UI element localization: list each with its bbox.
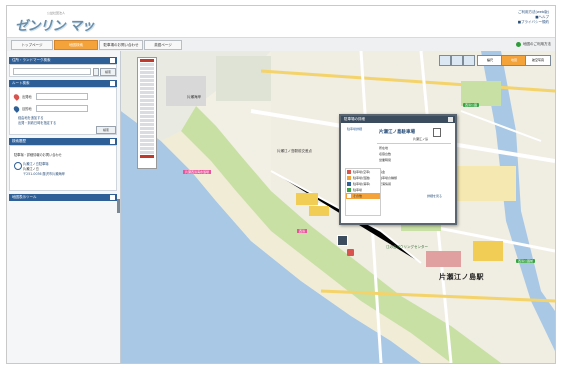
help-icon <box>516 41 521 47</box>
start-input[interactable] <box>36 93 88 100</box>
fullscreen-icon[interactable] <box>463 55 475 66</box>
search-panel-header[interactable]: 住所・ランドマーク検索 <box>9 57 117 64</box>
zoom-slider[interactable] <box>137 57 157 169</box>
map-view[interactable]: 縮尺 地図 航空写真 片瀬海岸 西浜公園 片瀬江ノ島駅前交差点 江の島ボウリング… <box>121 51 555 363</box>
tab-english[interactable]: 英語ページ <box>144 40 182 50</box>
map-label-area3: 片瀬江ノ島駅前交差点 <box>277 149 312 153</box>
tab-parking-inquiry[interactable]: 駐車場のお問い合わせ <box>99 40 143 50</box>
route-panel-body: 出発地 目的地 経由地を追加する 出発・到着日時を指定する 検索 <box>9 87 117 135</box>
map-label-beach: 片瀬西浜海水浴場 <box>183 170 212 174</box>
search-panel-title: 住所・ランドマーク検索 <box>12 58 51 62</box>
goal-pin-icon <box>12 105 21 113</box>
building-icon <box>433 128 441 137</box>
popup-row-address: 所在地 <box>379 146 389 150</box>
history-panel-body: 駐車場・詳細情報のお問い合わせ 片瀬江ノ島駐車場 片瀬江ノ島 〒251-0036… <box>9 145 117 191</box>
map-label-area2: 西浜公園 <box>463 103 480 107</box>
tools-panel-header[interactable]: 地図表示ツール <box>9 194 117 201</box>
parking-marker-icon[interactable] <box>337 235 348 246</box>
popup-row-capacity: 収容台数 <box>379 152 392 156</box>
tab-top[interactable]: トップページ <box>11 40 53 50</box>
start-pin-icon <box>12 93 21 101</box>
popup-row-type: 駐車場の種類 <box>379 176 398 180</box>
history-item-address[interactable]: 〒251-0036 藤沢市片瀬海岸 <box>23 171 65 176</box>
search-panel-body: 検索 <box>9 64 117 77</box>
route-panel-header[interactable]: ルート検索 <box>9 80 117 87</box>
aerial-mode-button[interactable]: 航空写真 <box>525 55 551 66</box>
search-button[interactable]: 検索 <box>100 68 116 76</box>
popup-legend: 駐車場(空車) 駐車場(混雑) 駐車場(満車) 駐車場 その他 <box>345 168 381 216</box>
history-panel-header[interactable]: 検索履歴 <box>9 138 117 145</box>
map-label-area1: 片瀬海岸 <box>187 95 201 99</box>
tab-map-search[interactable]: 地図検索 <box>54 40 98 50</box>
sidebar: 住所・ランドマーク検索 検索 ルート検索 出発地 目的地 経由地を追加する 出発… <box>7 51 121 363</box>
route-panel-title: ルート検索 <box>12 81 30 85</box>
map-label-area5: 西浜公園前 <box>516 259 536 263</box>
popup-row-hours: 営業時間 <box>379 158 392 162</box>
layer-icon[interactable] <box>439 55 451 66</box>
popup-title: 駐車場の詳細 <box>344 117 365 121</box>
popup-parking-name: 片瀬江ノ島駐車場 <box>379 130 415 135</box>
help-label: 地図のご利用方法 <box>523 42 551 46</box>
tools-panel-title: 地図表示ツール <box>12 195 37 199</box>
site-logo[interactable]: 公益社団法人 ゼンリン マップ <box>15 10 95 53</box>
parking-popup: 駐車場の詳細 駐車場詳細 片瀬江ノ島駐車場 片瀬江ノ島 所在地 収容台数 営業時… <box>339 114 457 225</box>
popup-detail-link[interactable]: 詳細を見る <box>427 194 442 198</box>
help-link[interactable]: 地図のご利用方法 <box>516 40 551 48</box>
header-links: ご利用方法(web版) ■ヘルプ ■プライバシー規約 <box>518 10 549 25</box>
station-marker-icon[interactable] <box>347 249 354 256</box>
collapse-icon[interactable] <box>110 195 115 200</box>
popup-sub: 片瀬江ノ島 <box>413 137 429 141</box>
app-frame: 公益社団法人 ゼンリン マップ ご利用方法(web版) ■ヘルプ ■プライバシー… <box>6 5 556 364</box>
goal-input[interactable] <box>36 105 88 112</box>
parking-icon <box>14 162 22 170</box>
map-tools: 縮尺 地図 航空写真 <box>439 55 551 66</box>
popup-header: 駐車場の詳細 <box>341 116 455 123</box>
goal-label: 目的地 <box>22 107 32 111</box>
scale-toggle[interactable]: 縮尺 <box>477 55 503 66</box>
collapse-icon[interactable] <box>110 58 115 63</box>
popup-brand: 駐車場詳細 <box>347 127 363 131</box>
header: 公益社団法人 ゼンリン マップ ご利用方法(web版) ■ヘルプ ■プライバシー… <box>7 6 555 53</box>
map-label-area4: 江の島ボウリングセンター <box>386 245 428 249</box>
sidebar-collapse-handle[interactable] <box>117 199 120 213</box>
search-input[interactable] <box>13 68 91 75</box>
datetime-link[interactable]: 出発・到着日時を指定する <box>18 120 56 125</box>
start-label: 出発地 <box>22 95 32 99</box>
map-label-nishihama: 西浜 <box>297 229 308 233</box>
map-mode-button[interactable]: 地図 <box>501 55 527 66</box>
history-panel-title: 検索履歴 <box>12 139 26 143</box>
collapse-icon[interactable] <box>110 139 115 144</box>
close-icon[interactable] <box>448 117 453 122</box>
header-link-privacy[interactable]: ■プライバシー規約 <box>518 20 549 25</box>
print-icon[interactable] <box>451 55 463 66</box>
legend-item: その他 <box>346 193 380 199</box>
map-label-station: 片瀬江ノ島駅 <box>439 273 484 281</box>
history-heading: 駐車場・詳細情報のお問い合わせ <box>14 153 62 157</box>
tab-bar: トップページ 地図検索 駐車場のお問い合わせ 英語ページ 地図のご利用方法 <box>7 37 555 52</box>
search-help-icon[interactable] <box>93 68 99 76</box>
collapse-icon[interactable] <box>110 81 115 86</box>
route-search-button[interactable]: 検索 <box>96 126 116 134</box>
